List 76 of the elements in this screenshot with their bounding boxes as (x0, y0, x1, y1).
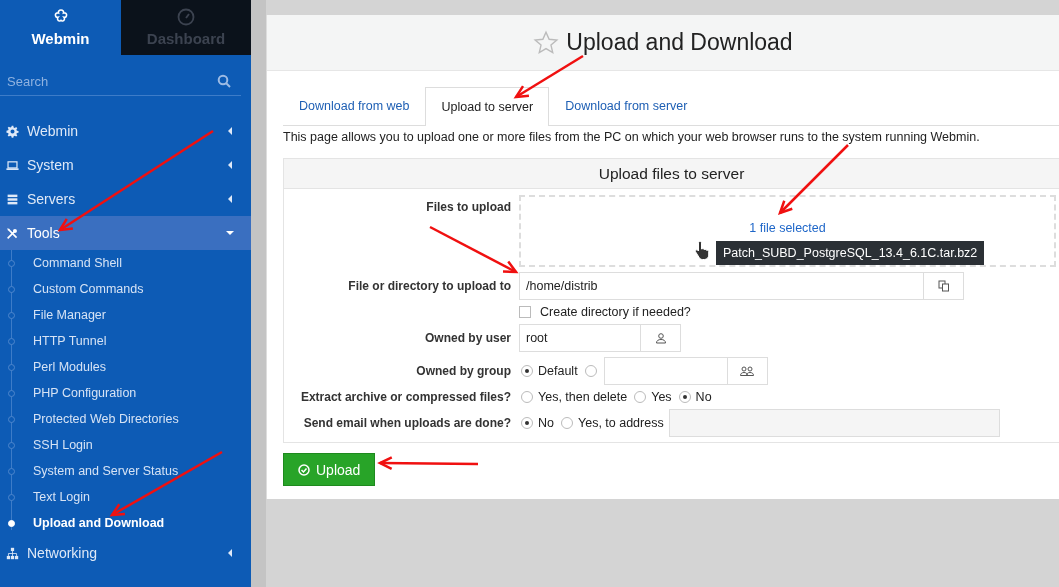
field-label: Send email when uploads are done? (303, 416, 511, 430)
menu-item[interactable]: PHP Configuration (0, 380, 251, 406)
path-input[interactable]: /home/distrib (519, 272, 924, 300)
menu-item[interactable]: Custom Commands (0, 276, 251, 302)
checkbox[interactable] (519, 306, 531, 318)
field-label: Files to upload (426, 200, 511, 214)
radio-button[interactable] (521, 391, 533, 403)
menu-item[interactable]: File Manager (0, 302, 251, 328)
menu-category[interactable]: Servers (0, 182, 251, 216)
file-chooser-button[interactable] (924, 272, 964, 300)
user-icon (654, 332, 667, 344)
file-status: 1 file selected (749, 221, 826, 237)
radio-label: Yes (651, 390, 672, 404)
radio-button[interactable] (521, 365, 533, 377)
copy-icon (937, 280, 950, 292)
menu-item[interactable]: Text Login (0, 484, 251, 510)
tab[interactable]: Download from web (283, 87, 426, 125)
radio-button[interactable] (521, 417, 533, 429)
annotation-arrow (777, 144, 849, 216)
menu-item[interactable]: Perl Modules (0, 354, 251, 380)
users-icon (740, 365, 755, 377)
field-label: Owned by user (424, 331, 511, 345)
page-title: Upload and Download (566, 29, 793, 56)
menu-item[interactable]: Command Shell (0, 250, 251, 276)
menu-item[interactable]: Upload and Download (0, 510, 251, 536)
group-picker-button[interactable] (727, 357, 768, 385)
menu-item[interactable]: HTTP Tunnel (0, 328, 251, 354)
radio-button[interactable] (678, 391, 691, 403)
menu-category[interactable]: System (0, 148, 251, 182)
tools-icon (6, 226, 19, 240)
annotation-arrow (513, 54, 584, 99)
group-input[interactable] (603, 357, 728, 385)
tab[interactable]: Download from server (549, 87, 704, 125)
email-input[interactable] (668, 409, 1000, 437)
caret-left-icon (226, 127, 234, 135)
radio-button[interactable] (561, 417, 573, 429)
star-icon[interactable] (533, 29, 560, 56)
menu-category[interactable]: Webmin (0, 114, 251, 148)
gear-icon (6, 124, 19, 138)
file-dropzone[interactable]: 1 file selected Patch_SUBD_PostgreSQL_13.4_6.1C.tar.bz2 (519, 195, 1056, 267)
field-label: File or directory to upload to (348, 279, 511, 293)
network-icon (6, 546, 19, 560)
caret-down-icon (226, 229, 234, 237)
menu-category[interactable]: Tools (0, 216, 251, 250)
radio-label: No (538, 416, 554, 430)
menu-item[interactable]: SSH Login (0, 432, 251, 458)
hand-cursor-icon (694, 240, 712, 260)
user-picker-button[interactable] (641, 324, 681, 352)
radio-label: No (695, 390, 712, 404)
menu-item[interactable]: Protected Web Directories (0, 406, 251, 432)
check-circle-icon (298, 463, 310, 476)
radio-button[interactable] (584, 365, 597, 377)
caret-left-icon (226, 195, 234, 203)
search-field[interactable]: Search (7, 73, 187, 89)
field-label: Owned by group (416, 364, 511, 378)
radio-button[interactable] (634, 391, 647, 403)
checkbox-label: Create directory if needed? (540, 305, 691, 319)
description-text: This page allows you to upload one or more files from the PC on which your web browser runs to the system running Webmin. (283, 130, 981, 144)
user-input[interactable]: root (519, 324, 641, 352)
radio-label: Yes, to address (578, 416, 664, 430)
caret-left-icon (226, 161, 234, 169)
speedometer-icon (177, 8, 195, 26)
menu-item[interactable]: System and Server Status (0, 458, 251, 484)
radio-label: Default (538, 364, 578, 378)
search-icon[interactable] (217, 74, 231, 88)
server-icon (6, 192, 19, 206)
caret-left-icon (226, 549, 234, 557)
menu-category[interactable]: Networking (0, 536, 251, 570)
laptop-icon (6, 158, 19, 172)
form-title: Upload files to server (598, 164, 745, 183)
radio-label: Yes, then delete (538, 390, 628, 404)
field-label: Extract archive or compressed files? (300, 390, 511, 404)
filename-tooltip: Patch_SUBD_PostgreSQL_13.4_6.1C.tar.bz2 (716, 241, 985, 265)
scrollbar[interactable] (251, 0, 266, 587)
tab[interactable]: Upload to server (425, 87, 550, 126)
upload-button[interactable]: Upload (283, 453, 376, 486)
